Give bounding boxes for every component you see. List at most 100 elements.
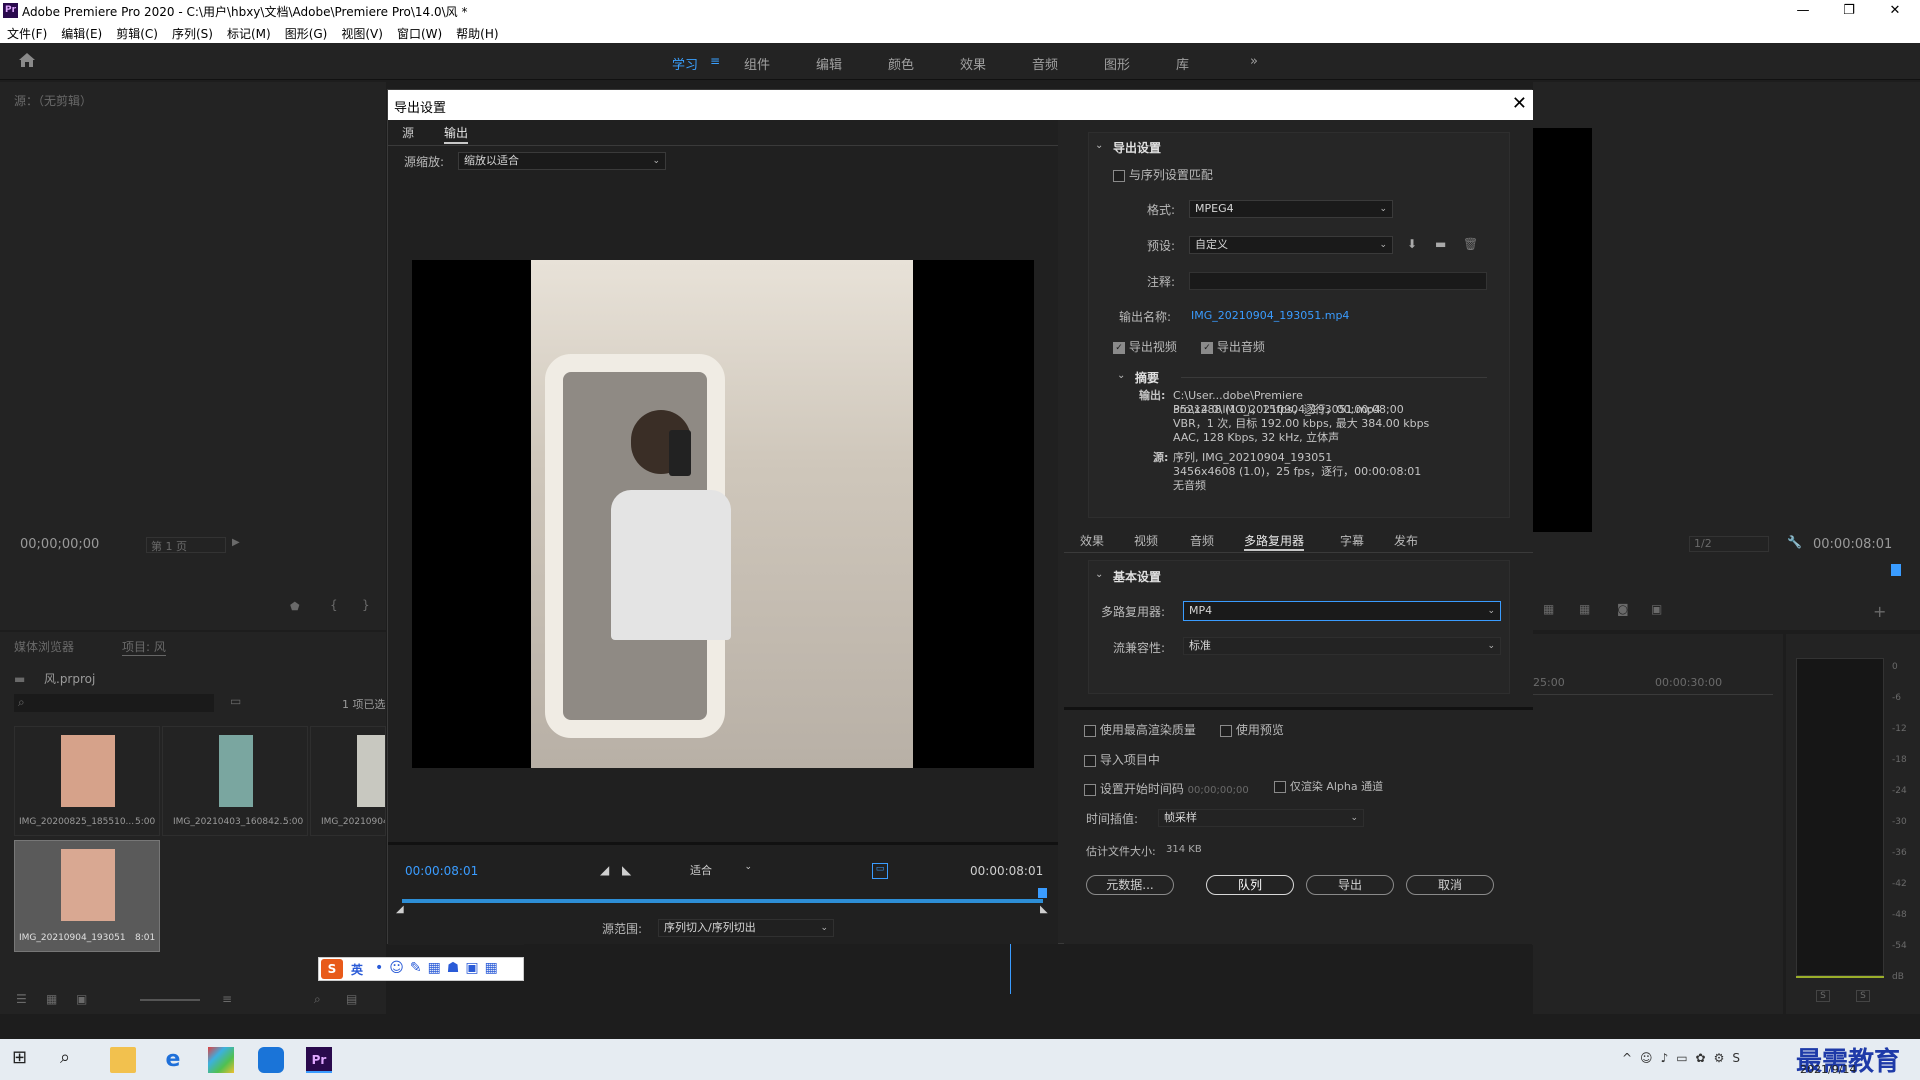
ime-language-toggle[interactable]: 英 bbox=[351, 961, 363, 978]
icon-view-icon[interactable]: ▦ bbox=[46, 992, 57, 1006]
program-resolution-dropdown[interactable]: 1/2 bbox=[1689, 536, 1769, 552]
in-point-handle-icon[interactable]: ◢ bbox=[396, 904, 404, 915]
workspace-menu-icon[interactable]: ≡ bbox=[710, 54, 720, 68]
export-video-checkbox[interactable]: ✓ bbox=[1113, 341, 1125, 354]
use-preview-checkbox[interactable] bbox=[1220, 724, 1232, 737]
source-marker-icon[interactable]: ⬟ bbox=[290, 600, 300, 613]
new-item-icon[interactable]: ▤ bbox=[346, 992, 357, 1006]
aspect-correction-icon[interactable]: ▭ bbox=[872, 863, 888, 879]
workspace-tab-color[interactable]: 颜色 bbox=[888, 54, 914, 73]
search-icon[interactable]: ⌕ bbox=[60, 1047, 86, 1073]
workspace-tab-assembly[interactable]: 组件 bbox=[744, 54, 770, 73]
max-render-checkbox[interactable] bbox=[1084, 724, 1096, 737]
cancel-button[interactable]: 取消 bbox=[1406, 875, 1494, 895]
summary-chevron-icon[interactable]: ⌄ bbox=[1117, 370, 1125, 381]
mark-in-icon[interactable]: { bbox=[330, 598, 338, 612]
source-timecode[interactable]: 00;00;00;00 bbox=[20, 537, 99, 552]
import-preset-icon[interactable]: ▬ bbox=[1435, 237, 1446, 251]
output-name-link[interactable]: IMG_20210904_193051.mp4 bbox=[1191, 309, 1349, 322]
set-in-point-icon[interactable]: ◢ bbox=[600, 863, 609, 877]
work-area-bar[interactable] bbox=[402, 899, 1043, 903]
export-audio-checkbox[interactable]: ✓ bbox=[1201, 341, 1213, 354]
tray-icons[interactable]: ^☺♪▭✿⚙S bbox=[1622, 1051, 1748, 1065]
find-icon[interactable]: ⌕ bbox=[314, 992, 321, 1007]
save-preset-icon[interactable]: ⬇ bbox=[1407, 237, 1417, 251]
tab-captions[interactable]: 字幕 bbox=[1340, 532, 1364, 549]
file-explorer-icon[interactable] bbox=[110, 1047, 136, 1073]
match-sequence-row[interactable]: 与序列设置匹配 bbox=[1113, 166, 1213, 183]
render-alpha-checkbox[interactable] bbox=[1274, 780, 1286, 793]
wrench-icon[interactable]: 🔧 bbox=[1787, 535, 1802, 549]
queue-button[interactable]: 队列 bbox=[1206, 875, 1294, 895]
use-preview-row[interactable]: 使用预览 bbox=[1220, 721, 1284, 738]
maximize-button[interactable]: ❐ bbox=[1826, 0, 1872, 21]
media-browser-tab[interactable]: 媒体浏览器 bbox=[14, 638, 74, 655]
blue-app-icon[interactable] bbox=[258, 1047, 284, 1073]
menu-sequence[interactable]: 序列(S) bbox=[165, 21, 220, 42]
workspace-tab-libraries[interactable]: 库 bbox=[1176, 54, 1189, 73]
lift-icon[interactable]: ▦ bbox=[1543, 602, 1554, 616]
render-alpha-row[interactable]: 仅渲染 Alpha 通道 bbox=[1274, 778, 1383, 794]
tray-date[interactable]: 2021/9/14 bbox=[1800, 1063, 1856, 1076]
project-item[interactable]: IMG_20210904_... bbox=[310, 726, 386, 836]
out-point-handle-icon[interactable]: ◣ bbox=[1040, 904, 1048, 915]
compare-icon[interactable]: ▣ bbox=[1651, 602, 1662, 616]
menu-window[interactable]: 窗口(W) bbox=[390, 21, 449, 42]
playhead-icon[interactable] bbox=[1038, 888, 1047, 898]
workspace-tab-editing[interactable]: 编辑 bbox=[816, 54, 842, 73]
tab-audio[interactable]: 音频 bbox=[1190, 532, 1214, 549]
tab-video[interactable]: 视频 bbox=[1134, 532, 1158, 549]
project-tab[interactable]: 项目: 风 bbox=[122, 638, 166, 656]
fit-dropdown[interactable]: 适合 ⌄ bbox=[690, 862, 754, 880]
minimize-button[interactable]: — bbox=[1780, 0, 1826, 21]
menu-file[interactable]: 文件(F) bbox=[0, 21, 54, 42]
tab-publish[interactable]: 发布 bbox=[1394, 532, 1418, 549]
tab-source[interactable]: 源 bbox=[402, 124, 414, 141]
set-start-tc-checkbox[interactable] bbox=[1084, 783, 1096, 796]
list-view-icon[interactable]: ☰ bbox=[16, 992, 27, 1006]
menu-marker[interactable]: 标记(M) bbox=[220, 21, 278, 42]
close-window-button[interactable]: ✕ bbox=[1872, 0, 1918, 21]
source-page-arrow-icon[interactable]: ▶ bbox=[232, 537, 240, 548]
zoom-slider[interactable] bbox=[140, 999, 200, 1001]
source-page-dropdown[interactable]: 第 1 页 bbox=[146, 537, 226, 553]
import-project-checkbox[interactable] bbox=[1084, 754, 1096, 767]
delete-preset-icon[interactable]: 🗑 bbox=[1463, 237, 1478, 251]
windows-start-icon[interactable]: ⊞ bbox=[12, 1047, 38, 1073]
stream-compat-dropdown[interactable]: 标准 ⌄ bbox=[1183, 637, 1501, 655]
project-item[interactable]: IMG_20200825_185510... 5:00 bbox=[14, 726, 160, 836]
solo-right-button[interactable]: S bbox=[1856, 990, 1870, 1002]
time-interp-dropdown[interactable]: 帧采样 ⌄ bbox=[1158, 809, 1364, 827]
tab-effects[interactable]: 效果 bbox=[1080, 532, 1104, 549]
source-panel-title[interactable]: 源：（无剪辑） bbox=[14, 92, 92, 109]
export-button[interactable]: 导出 bbox=[1306, 875, 1394, 895]
solo-left-button[interactable]: S bbox=[1816, 990, 1830, 1002]
max-render-row[interactable]: 使用最高渲染质量 bbox=[1084, 721, 1196, 738]
ime-tools-icons[interactable]: •☺✎▦☗▣▦ bbox=[375, 960, 504, 976]
export-frame-icon[interactable]: ◙ bbox=[1617, 602, 1629, 616]
current-timecode[interactable]: 00:00:08:01 bbox=[405, 864, 478, 878]
project-search-input[interactable] bbox=[14, 694, 214, 712]
workspace-tab-effects[interactable]: 效果 bbox=[960, 54, 986, 73]
source-range-dropdown[interactable]: 序列切入/序列切出 ⌄ bbox=[658, 919, 834, 937]
workspace-tab-audio[interactable]: 音频 bbox=[1032, 54, 1058, 73]
ime-toolbar[interactable]: S 英 •☺✎▦☗▣▦ bbox=[318, 957, 524, 981]
multiplexer-dropdown[interactable]: MP4 ⌄ bbox=[1183, 601, 1501, 621]
menu-help[interactable]: 帮助(H) bbox=[449, 21, 505, 42]
freeform-view-icon[interactable]: ▣ bbox=[76, 992, 87, 1006]
program-timecode[interactable]: 00:00:08:01 bbox=[1813, 537, 1892, 552]
preset-dropdown[interactable]: 自定义 ⌄ bbox=[1189, 236, 1393, 254]
new-bin-icon[interactable]: ▭ bbox=[230, 694, 241, 708]
project-item-selected[interactable]: IMG_20210904_193051 8:01 bbox=[14, 840, 160, 952]
edge-browser-icon[interactable]: e bbox=[160, 1047, 186, 1073]
source-scaling-dropdown[interactable]: 缩放以适合 ⌄ bbox=[458, 152, 666, 170]
metadata-button[interactable]: 元数据... bbox=[1086, 875, 1174, 895]
colorful-app-icon[interactable] bbox=[208, 1047, 234, 1073]
import-project-row[interactable]: 导入项目中 bbox=[1084, 751, 1160, 768]
extract-icon[interactable]: ▦ bbox=[1579, 602, 1590, 616]
workspace-tab-learn[interactable]: 学习 bbox=[672, 54, 698, 73]
match-sequence-checkbox[interactable] bbox=[1113, 169, 1125, 182]
set-out-point-icon[interactable]: ◣ bbox=[622, 863, 631, 877]
workspace-tab-graphics[interactable]: 图形 bbox=[1104, 54, 1130, 73]
collapse-chevron-icon[interactable]: ⌄ bbox=[1095, 140, 1103, 151]
